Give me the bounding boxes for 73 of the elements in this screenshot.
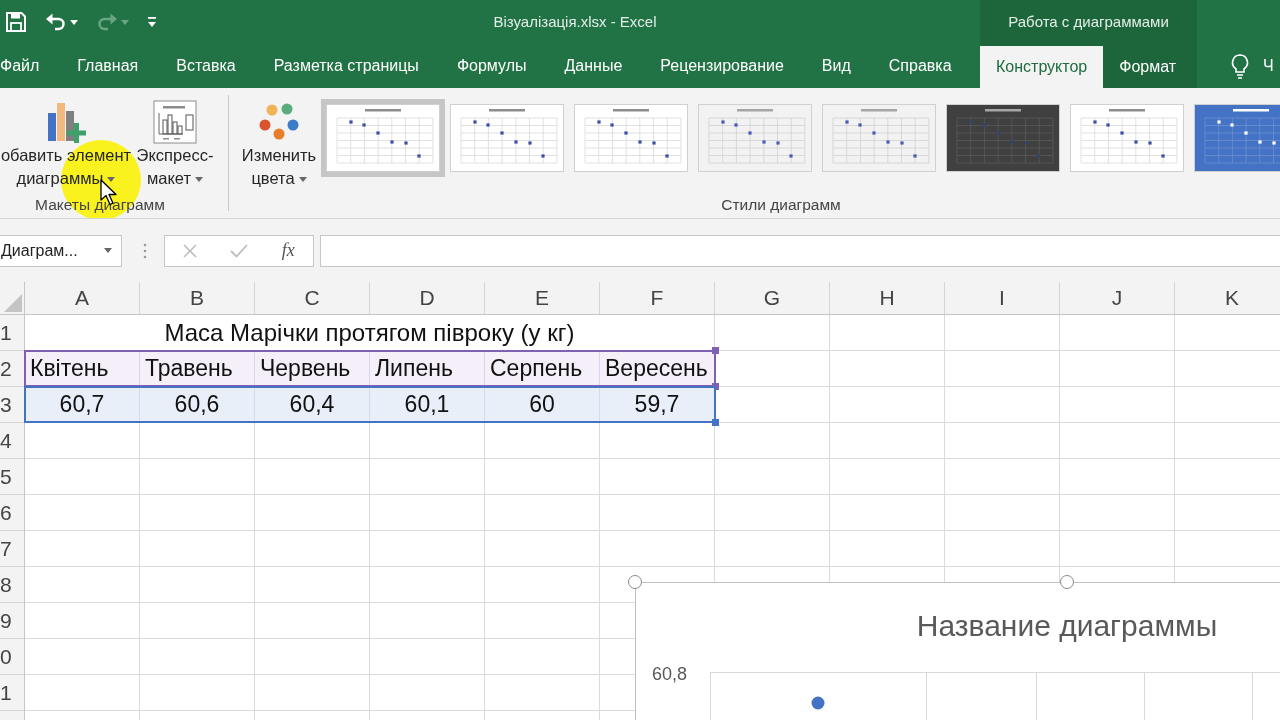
column-header[interactable]: I xyxy=(945,282,1060,314)
column-header[interactable]: A xyxy=(25,282,140,314)
chart-layout-icon xyxy=(153,100,197,144)
ribbon-tab[interactable]: Вид xyxy=(802,44,870,88)
scatter-chart-icon xyxy=(451,105,563,171)
bar-chart-plus-icon xyxy=(46,101,86,143)
caret-icon xyxy=(104,248,112,253)
redo-icon xyxy=(97,13,117,31)
table-cell: 60,1 xyxy=(370,387,485,422)
name-box[interactable]: Диаграм... xyxy=(0,234,122,267)
ribbon-tab[interactable]: Справка xyxy=(869,44,971,88)
cross-icon xyxy=(182,243,197,258)
column-header[interactable]: H xyxy=(830,282,945,314)
column-header[interactable]: D xyxy=(370,282,485,314)
ribbon-tab[interactable]: Формат xyxy=(1103,46,1193,88)
table-cell: 60,4 xyxy=(255,387,370,422)
data-point[interactable] xyxy=(811,696,825,710)
formula-input[interactable] xyxy=(320,234,1280,267)
chart-area[interactable]: Название диаграммы 60,8 xyxy=(635,582,1280,720)
row-header[interactable]: 9 xyxy=(0,603,24,639)
undo-icon xyxy=(46,13,66,31)
save-button[interactable] xyxy=(6,12,26,32)
group-label: Стили диаграмм xyxy=(721,195,841,216)
save-icon xyxy=(6,12,26,32)
customize-menu-icon xyxy=(147,16,157,28)
column-header[interactable]: J xyxy=(1060,282,1175,314)
table-cell: 60,6 xyxy=(140,387,255,422)
quick-layout-button[interactable]: Экспресс-макет xyxy=(134,88,216,192)
row-header[interactable]: 8 xyxy=(0,567,24,603)
column-header[interactable]: G xyxy=(715,282,830,314)
undo-button[interactable] xyxy=(46,13,78,31)
row-header[interactable]: 6 xyxy=(0,495,24,531)
tell-me-text[interactable]: Ч xyxy=(1263,54,1274,78)
range-resize-handle[interactable] xyxy=(712,419,719,426)
row-header[interactable]: 0 xyxy=(0,639,24,675)
select-all-triangle-icon[interactable] xyxy=(4,294,22,312)
table-cell: 60,7 xyxy=(25,387,140,422)
ribbon-tab[interactable]: Главная xyxy=(58,44,158,88)
ribbon-tab[interactable]: Файл xyxy=(0,44,59,88)
lightbulb-icon[interactable] xyxy=(1231,53,1249,79)
table-cell: 60 xyxy=(485,387,600,422)
caret-icon xyxy=(70,19,78,25)
ribbon-tab[interactable]: Рецензирование xyxy=(641,44,803,88)
caret-icon xyxy=(121,19,129,25)
change-colors-button[interactable]: Изменить цвета xyxy=(237,88,321,192)
color-dots-icon xyxy=(259,103,299,141)
scatter-chart-icon xyxy=(947,105,1059,171)
range-resize-handle[interactable] xyxy=(712,347,719,354)
ribbon-tab[interactable]: Разметка страницы xyxy=(254,44,438,88)
row-header[interactable]: 4 xyxy=(0,423,24,459)
contextual-tab-group-label: Работа с диаграммами xyxy=(1008,11,1169,32)
customize-toolbar-button[interactable] xyxy=(147,16,157,28)
axis-label: 60,8 xyxy=(652,663,688,686)
window-title: Візуалізація.xlsx - Excel xyxy=(493,11,657,32)
ribbon-tab[interactable]: Данные xyxy=(545,44,642,88)
column-header[interactable]: E xyxy=(485,282,600,314)
column-header[interactable]: B xyxy=(140,282,255,314)
vertical-dots-icon xyxy=(143,242,147,259)
ribbon-tab[interactable]: Формулы xyxy=(437,44,546,88)
ribbon-tab[interactable]: Вставка xyxy=(157,44,255,88)
check-icon xyxy=(230,243,248,258)
chart-title[interactable]: Название диаграммы xyxy=(916,603,1218,648)
scatter-chart-icon xyxy=(575,105,687,171)
scatter-chart-icon xyxy=(1071,105,1183,171)
row-header[interactable]: 1 xyxy=(0,675,24,711)
row-header[interactable]: 1 xyxy=(0,315,24,351)
column-header[interactable]: K xyxy=(1175,282,1280,314)
row-header[interactable]: 7 xyxy=(0,531,24,567)
scatter-chart-icon xyxy=(327,105,439,171)
ribbon-tab[interactable]: Конструктор xyxy=(980,46,1104,88)
column-header[interactable]: C xyxy=(255,282,370,314)
row-header[interactable]: 5 xyxy=(0,459,24,495)
column-header[interactable]: F xyxy=(600,282,715,314)
